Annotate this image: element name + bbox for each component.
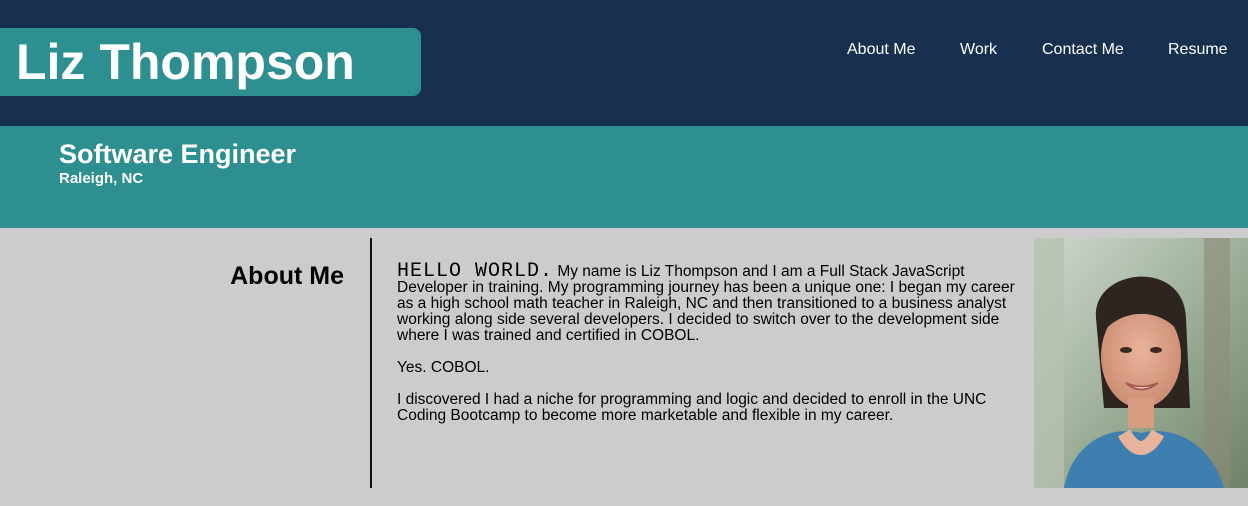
section-divider [370, 238, 372, 488]
job-title: Software Engineer [59, 139, 297, 169]
about-content: HELLO WORLD. My name is Liz Thompson and… [397, 262, 1017, 440]
site-header: Liz Thompson About Me Work Contact Me Re… [0, 0, 1248, 126]
location: Raleigh, NC [59, 170, 144, 187]
main-nav: About Me Work Contact Me Resume [0, 40, 1248, 60]
nav-link-about-me[interactable]: About Me [847, 40, 915, 60]
role-banner: Software Engineer Raleigh, NC [0, 126, 1248, 228]
section-heading: About Me [230, 262, 344, 290]
about-section: About Me HELLO WORLD. My name is Liz Tho… [0, 228, 1248, 506]
about-paragraph-2: Yes. COBOL. [397, 359, 490, 376]
nav-link-work[interactable]: Work [960, 40, 997, 60]
name-banner: Liz Thompson [0, 28, 421, 96]
about-paragraph-1: HELLO WORLD. My name is Liz Thompson and… [397, 262, 1017, 344]
profile-photo [1034, 238, 1248, 488]
portrait-image [1034, 238, 1248, 488]
nav-link-resume[interactable]: Resume [1168, 40, 1228, 60]
about-paragraph-3: I discovered I had a niche for programmi… [397, 391, 987, 424]
nav-link-contact-me[interactable]: Contact Me [1042, 40, 1124, 60]
